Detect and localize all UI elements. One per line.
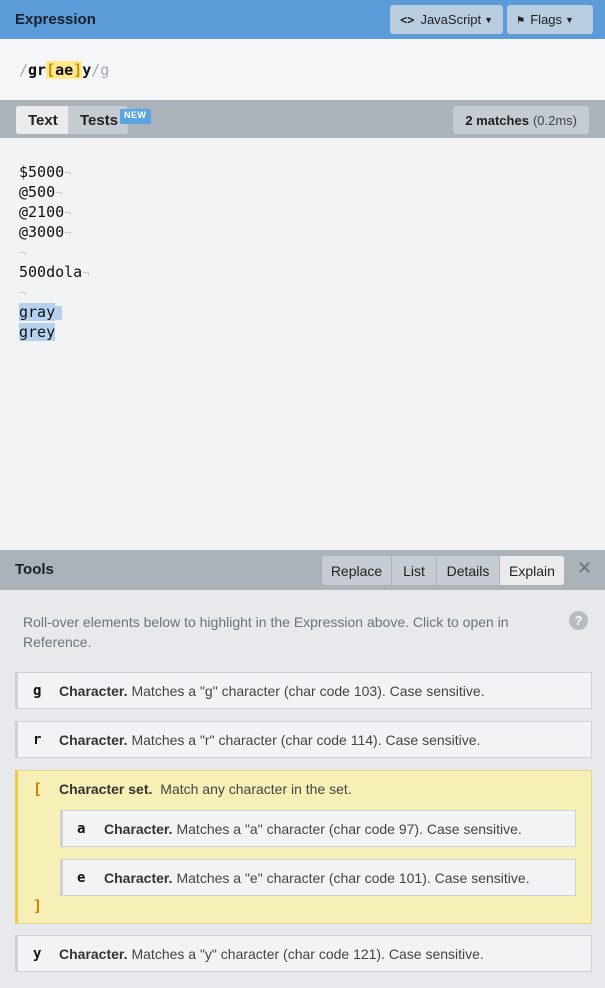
text-line: @2100¬ <box>19 202 605 222</box>
expression-input[interactable]: / gr [ ae ] y / g <box>0 39 605 100</box>
newline-marker: ¬ <box>64 206 72 220</box>
explain-item-e[interactable]: e Character. Matches a "e" character (ch… <box>60 859 576 896</box>
tab-text[interactable]: Text <box>16 106 68 134</box>
expression-prefix: gr <box>28 60 47 79</box>
new-badge: NEW <box>120 109 151 124</box>
expression-set-body: ae <box>55 60 74 79</box>
match-highlight: grey <box>19 323 56 341</box>
explain-label: Character. <box>104 820 173 837</box>
text-line: ¬ <box>19 282 605 302</box>
explain-panel: Roll-over elements below to highlight in… <box>0 590 605 988</box>
expression-flags: g <box>100 60 110 79</box>
text-line: ¬ <box>19 242 605 262</box>
line-text: @2100 <box>19 203 65 221</box>
newline-marker: ¬ <box>64 166 72 180</box>
chevron-down-icon: ▼ <box>565 14 574 25</box>
close-icon[interactable]: ✕ <box>577 558 592 579</box>
text-line: $5000¬ <box>19 162 605 182</box>
text-line: @500¬ <box>19 182 605 202</box>
text-line: gray¬ <box>19 302 605 322</box>
flavor-label: JavaScript <box>420 12 482 27</box>
newline-marker: ¬ <box>19 286 27 300</box>
explain-item-character-set[interactable]: [ Character set. Match any character in … <box>15 770 592 924</box>
explain-set-close: ] <box>33 897 43 915</box>
expression-header: Expression <> JavaScript ▼ ⚑ Flags ▼ <box>0 0 605 39</box>
code-icon: <> <box>400 12 415 27</box>
explain-token: a <box>77 820 86 837</box>
expression-suffix: y <box>82 60 92 79</box>
matches-time: (0.2ms) <box>532 112 577 128</box>
flag-icon: ⚑ <box>517 12 525 27</box>
explain-item-a[interactable]: a Character. Matches a "a" character (ch… <box>60 810 576 847</box>
explain-set-text: Character set. Match any character in th… <box>59 781 352 797</box>
explain-label: Character. <box>59 682 128 699</box>
text-line: 500dola¬ <box>19 262 605 282</box>
tab-tests[interactable]: Tests <box>68 106 128 134</box>
explain-label: Character set. <box>59 781 153 797</box>
flags-dropdown-button[interactable]: ⚑ Flags ▼ <box>507 5 593 34</box>
expression-close-delimiter: / <box>91 60 101 79</box>
tab-list[interactable]: List <box>392 556 436 585</box>
line-text: @3000 <box>19 223 65 241</box>
newline-marker: ¬ <box>82 266 90 280</box>
explain-item-y[interactable]: y Character. Matches a "y" character (ch… <box>15 935 592 972</box>
expression-set-close: ] <box>73 60 83 79</box>
explain-token: g <box>33 682 42 699</box>
tab-details[interactable]: Details <box>437 556 499 585</box>
expression-title: Expression <box>15 11 96 28</box>
line-text: $5000 <box>19 163 65 181</box>
explain-item-g[interactable]: g Character. Matches a "g" character (ch… <box>15 672 592 709</box>
explain-description: Matches a "y" character (char code 121).… <box>131 945 484 962</box>
explain-token: r <box>33 731 42 748</box>
flavor-dropdown-button[interactable]: <> JavaScript ▼ <box>390 5 503 34</box>
newline-marker: ¬ <box>64 226 72 240</box>
newline-marker: ¬ <box>55 306 63 320</box>
explain-description: Matches a "a" character (char code 97). … <box>176 820 522 837</box>
line-text: @500 <box>19 183 56 201</box>
match-highlight: gray <box>19 303 56 321</box>
explain-token: e <box>77 869 86 886</box>
explain-label: Character. <box>59 945 128 962</box>
explain-label: Character. <box>104 869 173 886</box>
explain-label: Character. <box>59 731 128 748</box>
expression-set-open: [ <box>46 60 56 79</box>
tab-replace[interactable]: Replace <box>322 556 391 585</box>
test-text-editor[interactable]: $5000¬ @500¬ @2100¬ @3000¬ ¬ 500dola¬ ¬ gray¬ gr… <box>0 138 605 550</box>
explain-hint: Roll-over elements below to highlight in… <box>23 614 509 650</box>
matches-count: 2 matches <box>465 112 529 128</box>
newline-marker: ¬ <box>19 246 27 260</box>
flags-label: Flags <box>530 12 563 27</box>
text-line: grey <box>19 322 605 342</box>
tools-header: Tools Replace List Details Explain ✕ <box>0 550 605 590</box>
chevron-down-icon: ▼ <box>484 14 494 25</box>
newline-marker: ¬ <box>55 186 63 200</box>
explain-token: y <box>33 945 42 962</box>
tools-title: Tools <box>15 561 54 578</box>
help-icon[interactable]: ? <box>569 611 588 630</box>
explain-description: Matches a "e" character (char code 101).… <box>176 869 530 886</box>
tab-explain[interactable]: Explain <box>500 556 564 585</box>
explain-set-open: [ <box>33 780 43 798</box>
line-text: 500dola <box>19 263 83 281</box>
explain-description: Matches a "g" character (char code 103).… <box>131 682 485 699</box>
expression-open-delimiter: / <box>19 60 29 79</box>
text-tabs-bar: Text Tests NEW 2 matches (0.2ms) <box>0 100 605 138</box>
explain-item-r[interactable]: r Character. Matches a "r" character (ch… <box>15 721 592 758</box>
text-line: @3000¬ <box>19 222 605 242</box>
matches-status: 2 matches (0.2ms) <box>453 106 589 134</box>
explain-description: Match any character in the set. <box>160 781 352 797</box>
explain-description: Matches a "r" character (char code 114).… <box>131 731 481 748</box>
